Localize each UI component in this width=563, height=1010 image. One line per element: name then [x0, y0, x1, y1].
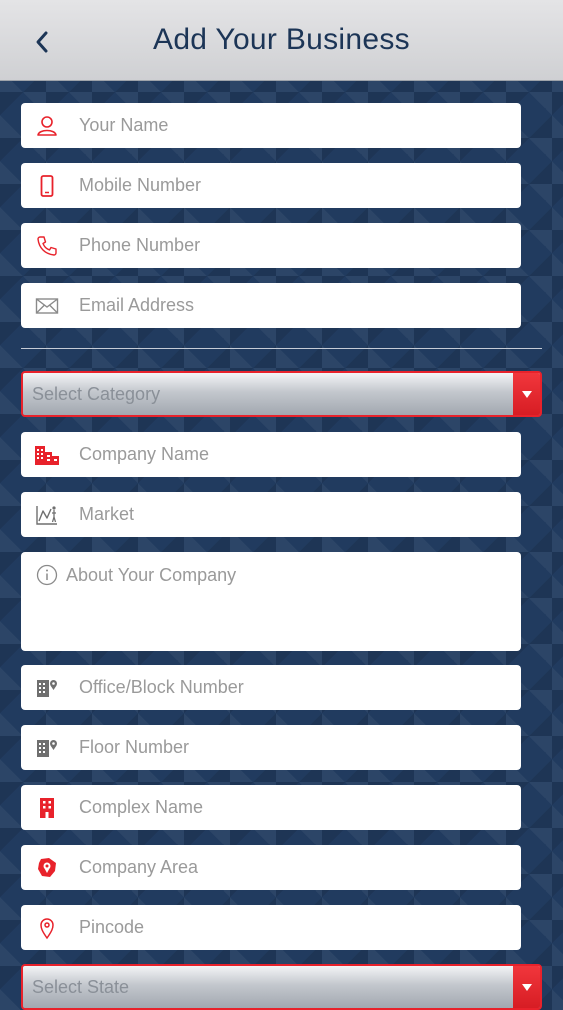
mobile-number-placeholder: Mobile Number	[79, 175, 202, 195]
select-category-placeholder: Select Category	[32, 383, 161, 404]
select-state-placeholder: Select State	[32, 976, 130, 997]
select-state-dropdown[interactable]: Select State	[21, 964, 542, 1010]
floor-number-field[interactable]: Floor Number	[21, 725, 521, 770]
company-area-field[interactable]: Company Area	[21, 845, 521, 890]
about-company-placeholder: About Your Company	[66, 565, 237, 585]
back-button[interactable]	[30, 24, 54, 60]
office-building-icon	[34, 675, 60, 701]
envelope-icon	[34, 293, 60, 319]
buildings-icon	[34, 442, 60, 468]
page-title: Add Your Business	[153, 23, 410, 56]
market-field[interactable]: Market	[21, 492, 521, 537]
pincode-placeholder: Pincode	[79, 917, 145, 937]
caret-down-icon	[521, 390, 532, 398]
about-company-textarea[interactable]: About Your Company	[21, 552, 521, 651]
complex-name-field[interactable]: Complex Name	[21, 785, 521, 830]
caret-down-icon	[521, 983, 532, 991]
phone-icon	[34, 233, 60, 259]
header-bar: Add Your Business	[0, 0, 563, 81]
company-name-field[interactable]: Company Name	[21, 432, 521, 477]
company-area-placeholder: Company Area	[79, 857, 199, 877]
your-name-field[interactable]: Your Name	[21, 103, 521, 148]
select-category-dropdown[interactable]: Select Category	[21, 371, 542, 417]
office-block-number-field[interactable]: Office/Block Number	[21, 665, 521, 710]
user-icon	[34, 113, 60, 139]
phone-number-field[interactable]: Phone Number	[21, 223, 521, 268]
market-chart-icon	[34, 502, 60, 528]
mobile-phone-icon	[34, 173, 60, 199]
your-name-placeholder: Your Name	[79, 115, 169, 135]
complex-building-icon	[34, 795, 60, 821]
phone-number-placeholder: Phone Number	[79, 235, 201, 255]
email-address-placeholder: Email Address	[79, 295, 195, 315]
office-block-number-placeholder: Office/Block Number	[79, 677, 244, 697]
dropdown-arrow-button[interactable]	[513, 373, 540, 415]
section-divider	[21, 348, 542, 349]
complex-name-placeholder: Complex Name	[79, 797, 204, 817]
chevron-left-icon	[36, 31, 48, 53]
market-placeholder: Market	[79, 504, 135, 524]
pincode-field[interactable]: Pincode	[21, 905, 521, 950]
info-icon	[36, 564, 58, 586]
company-name-placeholder: Company Name	[79, 444, 210, 464]
location-pin-icon	[34, 915, 60, 941]
mobile-number-field[interactable]: Mobile Number	[21, 163, 521, 208]
area-map-icon	[34, 855, 60, 881]
email-address-field[interactable]: Email Address	[21, 283, 521, 328]
floor-building-icon	[34, 735, 60, 761]
dropdown-arrow-button[interactable]	[513, 966, 540, 1008]
floor-number-placeholder: Floor Number	[79, 737, 190, 757]
